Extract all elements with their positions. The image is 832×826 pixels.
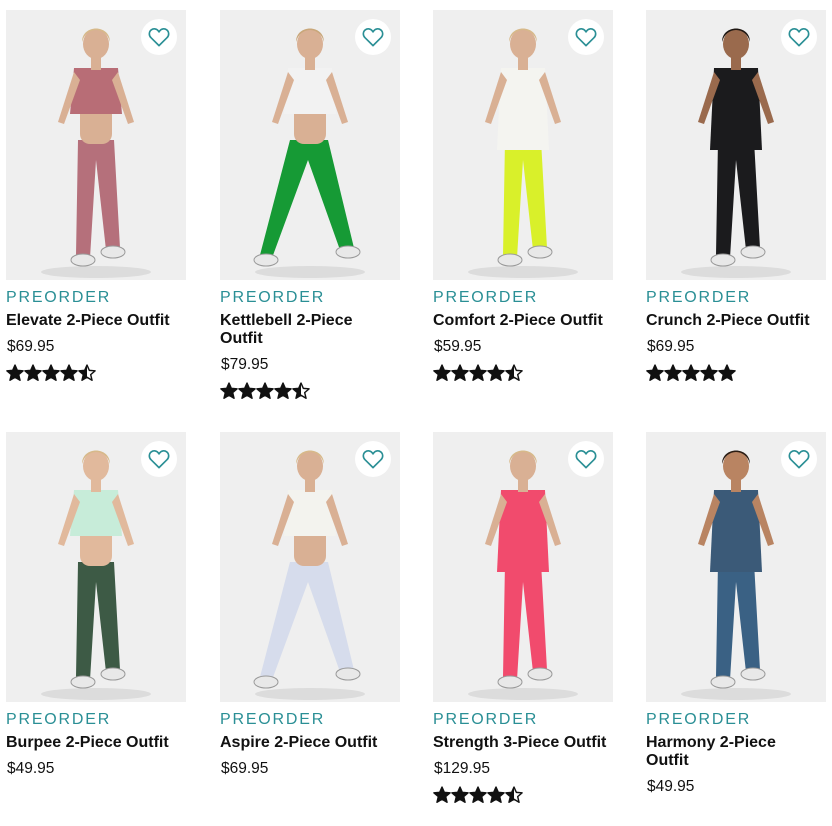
star-icon — [469, 364, 487, 382]
rating-stars[interactable] — [433, 364, 523, 382]
favorite-button[interactable] — [355, 441, 391, 477]
star-icon — [220, 382, 238, 400]
star-icon — [664, 364, 682, 382]
star-icon — [238, 382, 256, 400]
preorder-badge: PREORDER — [6, 289, 112, 306]
star-icon — [451, 786, 469, 804]
rating-stars[interactable] — [6, 364, 96, 382]
favorite-button[interactable] — [568, 19, 604, 55]
product-price: $69.95 — [7, 338, 55, 355]
star-icon — [24, 364, 42, 382]
heart-outline-icon — [575, 28, 597, 47]
product-image[interactable] — [646, 432, 826, 702]
product-image[interactable] — [646, 10, 826, 280]
heart-outline-icon — [362, 450, 384, 469]
heart-outline-icon — [575, 450, 597, 469]
heart-outline-icon — [788, 28, 810, 47]
heart-outline-icon — [788, 450, 810, 469]
favorite-button[interactable] — [141, 441, 177, 477]
product-image[interactable] — [220, 10, 400, 280]
product-image[interactable] — [220, 432, 400, 702]
favorite-button[interactable] — [781, 441, 817, 477]
preorder-badge: PREORDER — [433, 289, 539, 306]
favorite-button[interactable] — [781, 19, 817, 55]
star-icon — [433, 364, 451, 382]
star-icon — [6, 364, 24, 382]
product-name[interactable]: Burpee 2-Piece Outfit — [6, 734, 186, 752]
star-icon — [682, 364, 700, 382]
preorder-badge: PREORDER — [646, 289, 752, 306]
star-icon — [78, 364, 96, 382]
star-icon — [487, 364, 505, 382]
heart-outline-icon — [148, 450, 170, 469]
favorite-button[interactable] — [141, 19, 177, 55]
star-icon — [469, 786, 487, 804]
star-icon — [292, 382, 310, 400]
product-name[interactable]: Aspire 2-Piece Outfit — [220, 734, 400, 752]
product-price: $69.95 — [221, 760, 269, 777]
product-price: $59.95 — [434, 338, 482, 355]
favorite-button[interactable] — [355, 19, 391, 55]
product-price: $69.95 — [647, 338, 695, 355]
product-grid: PREORDER Elevate 2-Piece Outfit $69.95 P… — [0, 0, 832, 826]
product-name[interactable]: Strength 3-Piece Outfit — [433, 734, 613, 752]
product-image[interactable] — [433, 10, 613, 280]
star-icon — [433, 786, 451, 804]
product-name[interactable]: Crunch 2-Piece Outfit — [646, 312, 826, 330]
star-icon — [487, 786, 505, 804]
star-icon — [646, 364, 664, 382]
star-icon — [42, 364, 60, 382]
product-image[interactable] — [6, 10, 186, 280]
preorder-badge: PREORDER — [433, 711, 539, 728]
heart-outline-icon — [148, 28, 170, 47]
product-name[interactable]: Kettlebell 2-Piece Outfit — [220, 312, 370, 348]
preorder-badge: PREORDER — [6, 711, 112, 728]
rating-stars[interactable] — [646, 364, 736, 382]
product-name[interactable]: Elevate 2-Piece Outfit — [6, 312, 186, 330]
star-icon — [505, 786, 523, 804]
product-price: $49.95 — [7, 760, 55, 777]
favorite-button[interactable] — [568, 441, 604, 477]
star-icon — [274, 382, 292, 400]
star-icon — [451, 364, 469, 382]
star-icon — [718, 364, 736, 382]
star-icon — [505, 364, 523, 382]
preorder-badge: PREORDER — [220, 711, 326, 728]
star-icon — [256, 382, 274, 400]
preorder-badge: PREORDER — [220, 289, 326, 306]
heart-outline-icon — [362, 28, 384, 47]
product-name[interactable]: Harmony 2-Piece Outfit — [646, 734, 796, 770]
rating-stars[interactable] — [220, 382, 310, 400]
product-price: $129.95 — [434, 760, 491, 777]
product-price: $49.95 — [647, 778, 695, 795]
product-image[interactable] — [433, 432, 613, 702]
rating-stars[interactable] — [433, 786, 523, 804]
star-icon — [60, 364, 78, 382]
star-icon — [700, 364, 718, 382]
product-name[interactable]: Comfort 2-Piece Outfit — [433, 312, 613, 330]
product-image[interactable] — [6, 432, 186, 702]
product-price: $79.95 — [221, 356, 269, 373]
preorder-badge: PREORDER — [646, 711, 752, 728]
